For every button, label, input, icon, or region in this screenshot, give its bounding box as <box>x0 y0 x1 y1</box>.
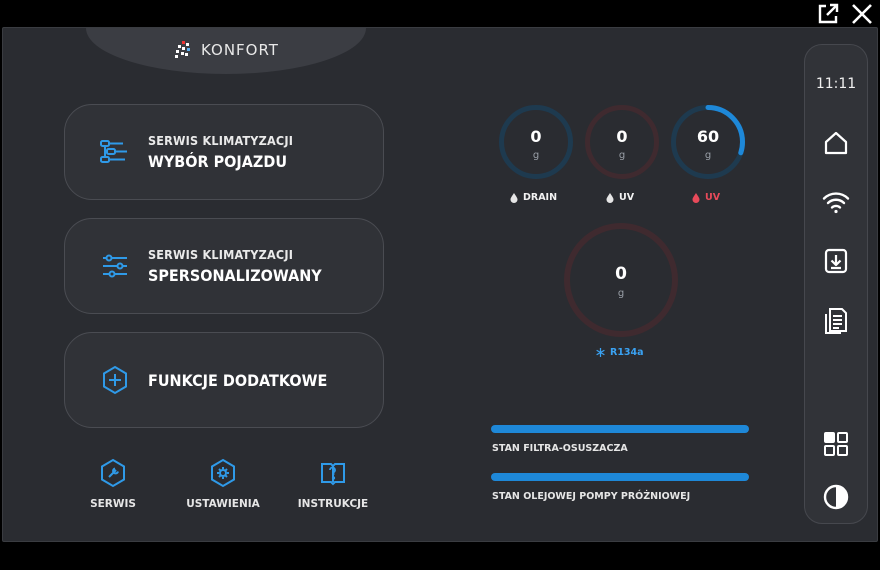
vehicle-list-icon <box>100 140 127 163</box>
clock: 11:11 <box>815 76 857 92</box>
filter-dryer-status-bar <box>491 425 749 433</box>
wrench-icon <box>101 458 125 488</box>
window-controls <box>816 0 880 26</box>
nav-label: USTAWIENIA <box>186 498 260 510</box>
vacuum-pump-status-label: STAN OLEJOWEJ POMPY PRÓŻNIOWEJ <box>492 491 691 502</box>
wifi-icon <box>822 192 850 214</box>
documents-icon <box>825 308 847 334</box>
main-screen: KONFORT SERWIS KLIMATYZACJI WYBÓR POJAZD… <box>2 27 878 542</box>
gauge-label: R134a <box>610 347 644 358</box>
drop-icon <box>606 192 614 203</box>
drain-gauge-label: DRAIN <box>510 192 557 203</box>
uv-gauge-label: UV <box>606 192 634 203</box>
documents-button[interactable] <box>805 307 867 335</box>
menu-line2: FUNKCJE DODATKOWE <box>148 370 328 390</box>
gear-icon <box>211 458 235 488</box>
home-icon <box>824 131 848 155</box>
gauge-label: UV <box>705 192 721 203</box>
download-button[interactable] <box>805 247 867 275</box>
nav-label: INSTRUKCJE <box>297 498 369 510</box>
refrigerant-gauge: 0 g <box>563 222 679 338</box>
gauge-value: 0 <box>615 264 627 284</box>
drop-icon <box>510 192 518 203</box>
uv-dye-gauge-label: UV <box>692 192 720 203</box>
gauge-unit: g <box>532 150 540 161</box>
gauge-value: 0 <box>530 127 542 146</box>
gauge-value: 60 <box>696 127 720 146</box>
menu-line2: SPERSONALIZOWANY <box>148 266 322 285</box>
home-button[interactable] <box>805 129 867 157</box>
gauge-label: DRAIN <box>523 192 558 203</box>
refrigerant-gauge-label: R134a <box>596 347 644 358</box>
personalized-service-button[interactable]: SERWIS KLIMATYZACJI SPERSONALIZOWANY <box>64 218 384 314</box>
vacuum-pump-status-bar <box>491 473 749 481</box>
settings-nav-item[interactable]: USTAWIENIA <box>173 458 273 510</box>
gauge-label: UV <box>619 192 635 203</box>
service-nav-item[interactable]: SERWIS <box>63 458 163 510</box>
menu-line1: SERWIS KLIMATYZACJI <box>148 247 294 262</box>
gauge-value: 0 <box>616 127 628 146</box>
wifi-button[interactable] <box>805 188 867 216</box>
gauge-unit: g <box>618 150 626 161</box>
plus-hexagon-icon <box>103 365 127 395</box>
gauge-unit: g <box>704 150 712 161</box>
external-link-icon[interactable] <box>816 2 840 26</box>
gauge-unit: g <box>617 288 625 299</box>
apps-button[interactable] <box>805 430 867 458</box>
download-icon <box>824 248 848 274</box>
filter-dryer-status-label: STAN FILTRA-OSUSZACZA <box>492 443 628 454</box>
drain-gauge: 0 g <box>498 104 574 180</box>
grid-icon <box>824 432 848 456</box>
theme-toggle-button[interactable] <box>805 483 867 511</box>
nav-label: SERWIS <box>90 498 136 510</box>
drop-icon <box>692 192 700 203</box>
manual-nav-item[interactable]: INSTRUKCJE <box>283 458 383 510</box>
additional-functions-button[interactable]: FUNKCJE DODATKOWE <box>64 332 384 428</box>
menu-line2: WYBÓR POJAZDU <box>148 152 288 171</box>
snowflake-icon <box>596 348 605 357</box>
close-icon[interactable] <box>850 2 874 26</box>
vehicle-selection-button[interactable]: SERWIS KLIMATYZACJI WYBÓR POJAZDU <box>64 104 384 200</box>
brand-name: KONFORT <box>201 41 279 59</box>
konfort-logo-icon <box>175 41 190 58</box>
brand-header: KONFORT <box>86 28 366 74</box>
sliders-icon <box>103 254 127 278</box>
menu-line1: SERWIS KLIMATYZACJI <box>148 133 294 148</box>
right-sidebar: 11:11 <box>804 44 868 524</box>
contrast-icon <box>823 484 849 510</box>
uv-dye-gauge: 60 g <box>670 104 746 180</box>
uv-gauge: 0 g <box>584 104 660 180</box>
manual-icon <box>321 463 345 486</box>
